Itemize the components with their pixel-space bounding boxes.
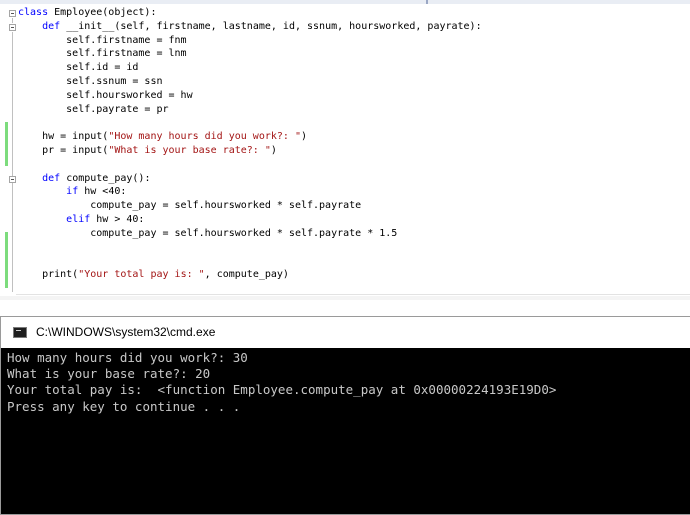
editor-gutter [0,4,16,294]
code-string: "How many hours did you work?: " [108,131,301,143]
scroll-marker [426,0,428,4]
console-line: How many hours did you work?: 30 [7,350,248,365]
fold-guide [12,32,13,292]
editor-top-bar [0,0,690,4]
code-line: compute_pay = self.hoursworked * self.pa… [18,227,482,241]
fold-toggle-compute-pay[interactable] [9,176,16,183]
code-line: def compute_pay(): [18,172,482,186]
code-keyword: def [42,20,67,32]
code-line: class Employee(object): [18,6,482,20]
code-line: self.firstname = fnm [18,34,482,48]
code-token: compute_pay(): [66,172,151,184]
code-line: self.firstname = lnm [18,47,482,61]
code-line: pr = input("What is your base rate?: ") [18,144,482,158]
code-line: self.ssnum = ssn [18,75,482,89]
console-line: What is your base rate?: 20 [7,366,211,382]
editor-divider [16,294,690,295]
code-line: def __init__(self, firstname, lastname, … [18,20,482,34]
code-line: hw = input("How many hours did you work?… [18,130,482,144]
code-token: self.firstname = fnm [18,34,187,46]
code-token: ) [270,144,277,156]
console-line: Your total pay is: <function Employee.co… [7,382,557,398]
code-token: self.hoursworked = hw [18,89,193,101]
console-output: How many hours did you work?: 30 What is … [7,350,556,415]
code-token: self.ssnum = ssn [18,75,163,87]
code-line: compute_pay = self.hoursworked * self.pa… [18,199,482,213]
code-keyword: elif [66,213,97,225]
code-line: elif hw > 40: [18,213,482,227]
code-line: self.hoursworked = hw [18,89,482,103]
code-token: print( [18,269,79,281]
cmd-icon [13,327,27,338]
code-token: Employee(object): [54,7,157,18]
code-token: pr = input( [18,144,109,156]
code-editor[interactable]: class Employee(object): def __init__(sel… [0,0,690,300]
code-string: "What is your base rate?: " [108,144,271,156]
cmd-window[interactable]: C:\WINDOWS\system32\cmd.exe How many hou… [0,316,690,515]
code-token: , compute_pay) [204,269,289,281]
console-line: Press any key to continue . . . [7,398,241,414]
code-token: hw = input( [18,131,109,143]
code-keyword: class [18,7,55,18]
code-line: print("Your total pay is: ", compute_pay… [18,268,482,282]
change-indicator [5,232,8,288]
fold-guide [12,18,13,23]
code-token: self.id = id [18,62,139,74]
code-line: self.id = id [18,61,482,75]
code-line: if hw <40: [18,185,482,199]
code-line: self.payrate = pr [18,103,482,117]
editor-horizontal-scrollbar[interactable] [0,296,690,300]
code-text[interactable]: class Employee(object): def __init__(sel… [18,6,482,282]
code-token: compute_pay = self.hoursworked * self.pa… [18,227,398,239]
fold-toggle-class[interactable] [9,10,16,17]
code-keyword: if [66,186,85,198]
change-indicator [5,122,8,166]
fold-toggle-init[interactable] [9,24,16,31]
code-token: compute_pay = self.hoursworked * self.pa… [18,200,362,212]
cmd-title-bar[interactable]: C:\WINDOWS\system32\cmd.exe [1,317,690,348]
cmd-window-title: C:\WINDOWS\system32\cmd.exe [36,325,216,339]
code-token: self.payrate = pr [18,103,169,115]
code-token: ) [300,131,307,143]
code-token: __init__(self, firstname, lastname, id, … [66,20,482,32]
code-token: hw > 40: [96,213,145,225]
code-token: hw <40: [84,186,127,198]
code-keyword: def [42,172,67,184]
code-string: "Your total pay is: " [78,269,205,281]
code-token: self.firstname = lnm [18,48,187,60]
